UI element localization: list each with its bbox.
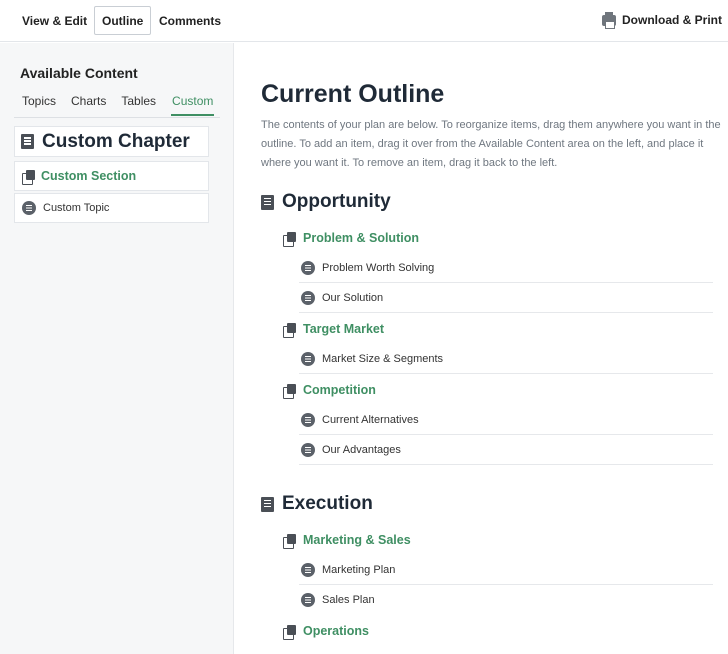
section-label: Operations bbox=[303, 624, 369, 638]
chapter-label: Opportunity bbox=[282, 191, 391, 212]
custom-section-card[interactable]: Custom Section bbox=[14, 161, 209, 191]
custom-section-label: Custom Section bbox=[41, 169, 137, 183]
topic-label: Market Size & Segments bbox=[322, 352, 444, 365]
available-content-panel: Available Content Topics Charts Tables C… bbox=[0, 43, 234, 654]
pages-icon bbox=[283, 383, 296, 399]
topic-label: Our Solution bbox=[322, 291, 384, 304]
topic-label: Problem Worth Solving bbox=[322, 261, 435, 274]
custom-topic-label: Custom Topic bbox=[43, 202, 110, 214]
topic-label: Current Alternatives bbox=[322, 413, 419, 426]
book-icon bbox=[261, 194, 274, 210]
download-print-label: Download & Print bbox=[622, 13, 722, 27]
download-print-button[interactable]: Download & Print bbox=[602, 6, 722, 35]
topic-label: Our Advantages bbox=[322, 443, 401, 456]
custom-chapter-label: Custom Chapter bbox=[42, 130, 190, 152]
pages-icon bbox=[283, 624, 296, 640]
section-label: Competition bbox=[303, 383, 376, 397]
topic-icon bbox=[301, 260, 315, 275]
topic-label: Sales Plan bbox=[322, 594, 375, 606]
custom-topic-card[interactable]: Custom Topic bbox=[14, 193, 209, 223]
content-type-tabs: Topics Charts Tables Custom bbox=[22, 94, 229, 116]
tab-charts[interactable]: Charts bbox=[71, 94, 106, 116]
topic-icon bbox=[301, 412, 315, 427]
chapter-label: Execution bbox=[282, 493, 373, 514]
page-title: Current Outline bbox=[261, 80, 445, 108]
outline-instructions: The contents of your plan are below. To … bbox=[261, 119, 721, 169]
book-icon bbox=[261, 496, 274, 512]
outline-topic[interactable]: Problem Worth Solving bbox=[299, 253, 713, 283]
topic-icon bbox=[301, 351, 315, 366]
available-content-title: Available Content bbox=[20, 65, 138, 81]
outline-section[interactable]: Operations bbox=[283, 624, 369, 640]
outline-section[interactable]: Target Market bbox=[283, 322, 385, 338]
pages-icon bbox=[283, 322, 296, 338]
topic-icon bbox=[22, 201, 36, 215]
tab-view-edit[interactable]: View & Edit bbox=[14, 6, 95, 35]
section-label: Target Market bbox=[303, 322, 385, 336]
topic-icon bbox=[301, 562, 315, 577]
tab-custom[interactable]: Custom bbox=[171, 94, 215, 116]
outline-topic[interactable]: Our Advantages bbox=[299, 435, 713, 465]
section-label: Problem & Solution bbox=[303, 231, 419, 245]
pages-icon bbox=[22, 169, 35, 185]
topic-icon bbox=[301, 593, 315, 607]
outline-section[interactable]: Competition bbox=[283, 383, 376, 399]
custom-chapter-card[interactable]: Custom Chapter bbox=[14, 126, 209, 157]
outline-topic[interactable]: Marketing Plan bbox=[299, 555, 713, 585]
tab-tables[interactable]: Tables bbox=[121, 94, 156, 116]
outline-topic[interactable]: Sales Plan bbox=[299, 585, 713, 615]
outline-topic[interactable]: Market Size & Segments bbox=[299, 344, 713, 374]
tab-comments[interactable]: Comments bbox=[151, 6, 229, 35]
pages-icon bbox=[283, 533, 296, 549]
tab-topics[interactable]: Topics bbox=[22, 94, 56, 116]
topic-label: Marketing Plan bbox=[322, 563, 396, 576]
outline-chapter[interactable]: Execution bbox=[261, 493, 373, 515]
pages-icon bbox=[283, 231, 296, 247]
outline-main: Current Outline The contents of your pla… bbox=[235, 43, 728, 654]
tab-outline[interactable]: Outline bbox=[94, 6, 152, 35]
book-icon bbox=[21, 134, 34, 149]
outline-section[interactable]: Problem & Solution bbox=[283, 231, 419, 247]
outline-section[interactable]: Marketing & Sales bbox=[283, 533, 411, 549]
outline-topic[interactable]: Current Alternatives bbox=[299, 405, 713, 435]
printer-icon bbox=[602, 12, 616, 29]
top-toolbar: View & Edit Outline Comments Download & … bbox=[0, 0, 728, 42]
tabs-divider bbox=[14, 117, 220, 118]
topic-icon bbox=[301, 290, 315, 305]
topic-icon bbox=[301, 442, 315, 457]
outline-topic[interactable]: Our Solution bbox=[299, 283, 713, 313]
outline-chapter[interactable]: Opportunity bbox=[261, 191, 391, 213]
section-label: Marketing & Sales bbox=[303, 533, 411, 547]
